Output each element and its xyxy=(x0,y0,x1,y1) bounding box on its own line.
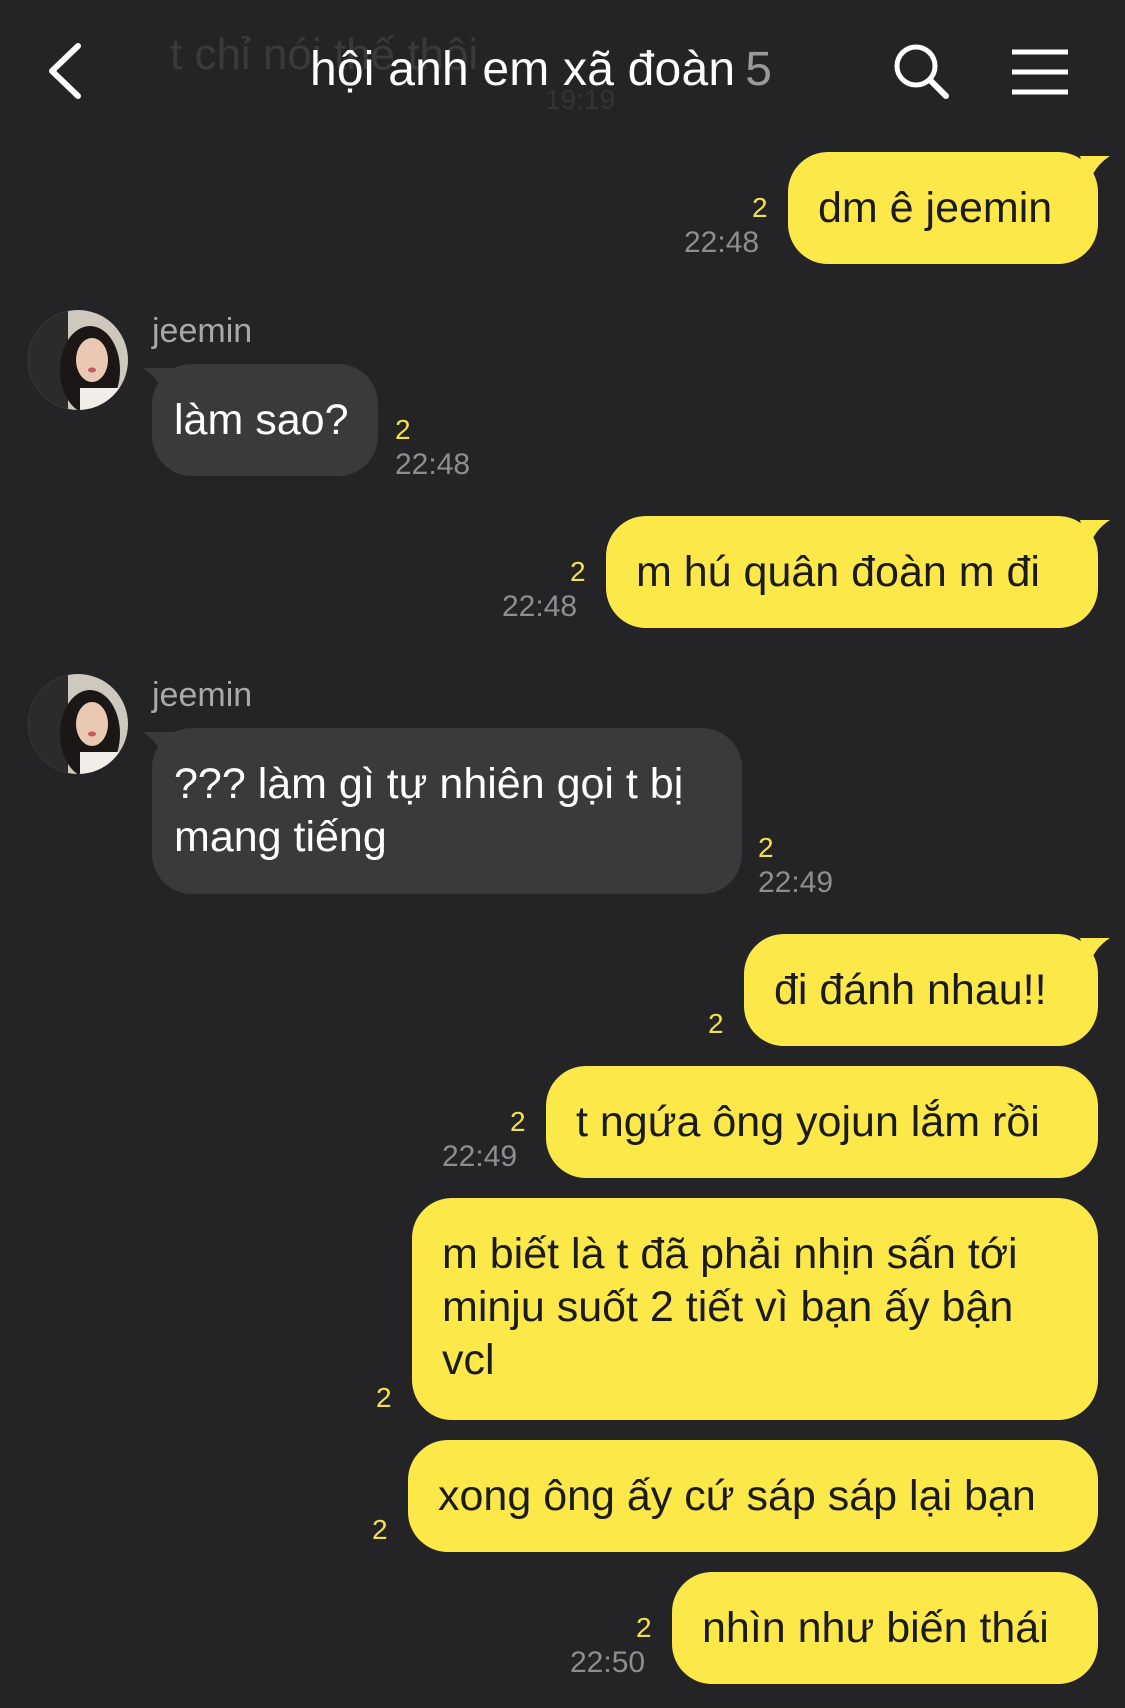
bubble-tail xyxy=(1080,520,1110,550)
hamburger-menu-icon xyxy=(1012,49,1068,95)
menu-button[interactable] xyxy=(1008,44,1072,100)
my-message-bubble[interactable]: xong ông ấy cứ sáp sáp lại bạn xyxy=(408,1440,1098,1552)
message-text-line: ??? làm gì tự nhiên gọi t bị xyxy=(174,760,684,808)
read-count: 2 xyxy=(636,1612,652,1643)
search-button[interactable] xyxy=(890,40,954,104)
message-text-line: vcl xyxy=(442,1336,495,1384)
message-text-line: mang tiếng xyxy=(174,813,387,861)
message-text: đi đánh nhau!! xyxy=(774,966,1047,1014)
read-count: 2 xyxy=(372,1514,388,1545)
read-count: 2 xyxy=(570,556,586,587)
sender-name: jeemin xyxy=(152,676,253,714)
bubble-tail xyxy=(143,368,173,398)
chat-title: hội anh em xã đoàn 5 xyxy=(310,42,772,97)
message-text: m hú quân đoàn m đi xyxy=(636,548,1040,596)
message-text-line: minju suốt 2 tiết vì bạn ấy bận xyxy=(442,1283,1014,1331)
read-count: 2 xyxy=(510,1106,526,1137)
read-count: 2 xyxy=(708,1008,724,1039)
back-button[interactable] xyxy=(40,38,100,104)
my-message-bubble[interactable]: t ngứa ông yojun lắm rồi xyxy=(546,1066,1098,1178)
message-time: 22:49 xyxy=(442,1140,518,1173)
avatar[interactable] xyxy=(28,310,128,410)
message-time: 22:48 xyxy=(502,590,578,623)
message-text: dm ê jeemin xyxy=(818,184,1053,232)
my-message-bubble[interactable]: dm ê jeemin xyxy=(788,152,1098,264)
read-count: 2 xyxy=(758,832,774,863)
their-message-bubble[interactable]: ??? làm gì tự nhiên gọi t bị mang tiếng xyxy=(152,728,742,894)
bubble-tail xyxy=(1080,156,1110,186)
chat-title-text: hội anh em xã đoàn xyxy=(310,43,736,96)
message-text: nhìn như biến thái xyxy=(702,1604,1049,1652)
message-time: 22:48 xyxy=(395,448,471,481)
bubble-tail xyxy=(143,732,173,762)
message-time: 22:50 xyxy=(570,1646,646,1679)
message-text-line: m biết là t đã phải nhịn sấn tới xyxy=(442,1230,1018,1278)
message-time: 22:48 xyxy=(684,226,760,259)
read-count: 2 xyxy=(376,1382,392,1413)
profile-photo xyxy=(28,310,128,410)
sender-name: jeemin xyxy=(152,312,253,350)
read-count: 2 xyxy=(752,192,768,223)
message-text: t ngứa ông yojun lắm rồi xyxy=(576,1098,1040,1146)
search-icon xyxy=(894,44,949,99)
read-count: 2 xyxy=(395,414,411,445)
my-message-bubble[interactable]: m hú quân đoàn m đi xyxy=(606,516,1098,628)
message-text: xong ông ấy cứ sáp sáp lại bạn xyxy=(438,1472,1036,1520)
my-message-bubble[interactable]: m biết là t đã phải nhịn sấn tới minju s… xyxy=(412,1198,1098,1420)
message-time: 22:49 xyxy=(758,866,834,899)
profile-photo xyxy=(28,674,128,774)
bubble-tail xyxy=(1080,938,1110,968)
their-message-bubble[interactable]: làm sao? xyxy=(152,364,378,476)
my-message-bubble[interactable]: đi đánh nhau!! xyxy=(744,934,1098,1046)
chat-header: t chỉ nói thế thôi 19:19 hội anh em xã đ… xyxy=(0,0,1125,140)
avatar[interactable] xyxy=(28,674,128,774)
my-message-bubble[interactable]: nhìn như biến thái xyxy=(672,1572,1098,1684)
member-count: 5 xyxy=(745,43,773,96)
message-text: làm sao? xyxy=(174,396,349,444)
chevron-left-icon xyxy=(49,43,81,99)
